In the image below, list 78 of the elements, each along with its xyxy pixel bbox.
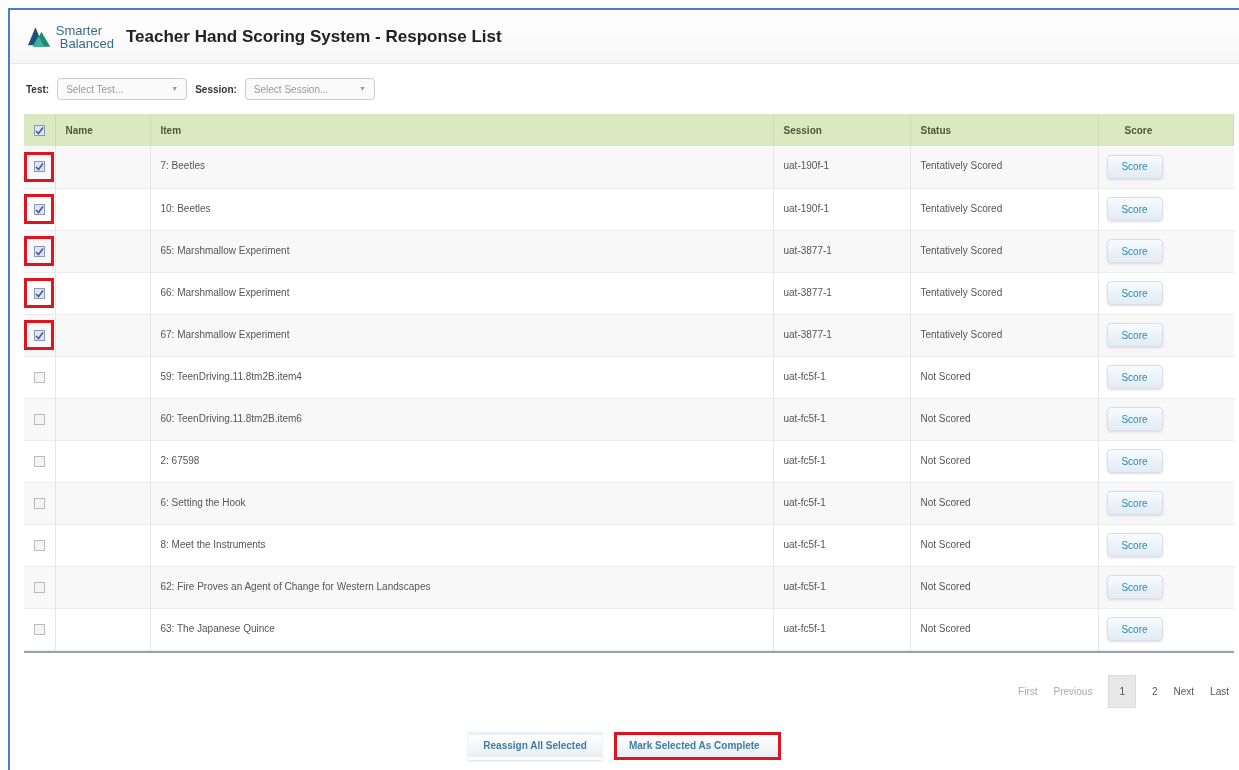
pagination-link[interactable]: Previous <box>1053 683 1093 699</box>
table-cell: 59: TeenDriving.11.8tm2B.item4 <box>160 370 302 382</box>
table-cell: uat-190f-1 <box>783 202 830 214</box>
score-button[interactable]: Score <box>1106 323 1163 347</box>
table-cell: Tentatively Scored <box>920 160 1003 171</box>
table-cell: 65: Marshmallow Experiment <box>160 244 290 256</box>
table-cell: uat-3877-1 <box>783 244 832 256</box>
action-button[interactable]: Mark Selected As Complete <box>613 731 781 760</box>
filter-label: Test: <box>26 82 50 97</box>
score-button[interactable]: Score <box>1106 575 1163 599</box>
page-title: Teacher Hand Scoring System - Response List <box>126 25 502 48</box>
table-cell: Not Scored <box>920 412 971 424</box>
checkbox[interactable] <box>33 539 45 551</box>
checkbox[interactable] <box>33 413 45 425</box>
checkbox[interactable] <box>33 287 45 299</box>
column-header[interactable]: Item <box>160 124 182 136</box>
checkbox[interactable] <box>33 455 45 467</box>
checkbox[interactable] <box>33 623 45 635</box>
column-header[interactable]: Name <box>65 124 93 136</box>
table-cell: Not Scored <box>920 496 971 508</box>
table-cell: Not Scored <box>920 538 971 550</box>
table-cell: 60: TeenDriving.11.8tm2B.item6 <box>160 412 302 424</box>
table-cell: 62: Fire Proves an Agent of Change for Western Landscapes <box>160 580 431 592</box>
table-cell: uat-fc5f-1 <box>783 622 826 634</box>
table-cell: 63: The Japanese Quince <box>160 622 275 634</box>
score-button[interactable]: Score <box>1106 239 1163 263</box>
checkbox[interactable] <box>33 124 45 136</box>
score-button[interactable]: Score <box>1106 533 1163 557</box>
table-cell: uat-fc5f-1 <box>783 580 826 592</box>
table-cell: 6: Setting the Hook <box>160 496 246 508</box>
table-cell: 2: 67598 <box>160 454 200 466</box>
table-cell: uat-fc5f-1 <box>783 496 826 508</box>
table-cell: uat-3877-1 <box>783 328 832 340</box>
table-cell: uat-fc5f-1 <box>783 454 826 466</box>
table-cell: Not Scored <box>920 622 971 634</box>
logo: Smarter Balanced <box>28 21 114 52</box>
score-button[interactable]: Score <box>1106 154 1163 179</box>
score-button[interactable]: Score <box>1106 449 1163 473</box>
action-button[interactable]: Reassign All Selected <box>468 731 602 760</box>
checkbox[interactable] <box>33 203 45 215</box>
table-cell: Not Scored <box>920 580 971 592</box>
table-cell: uat-fc5f-1 <box>783 538 826 550</box>
table-cell: 10: Beetles <box>160 202 211 214</box>
table-cell: 8: Meet the Instruments <box>160 538 266 550</box>
filter-label: Session: <box>195 82 237 97</box>
table-cell: 66: Marshmallow Experiment <box>160 286 290 298</box>
checkbox[interactable] <box>33 497 45 509</box>
score-button[interactable]: Score <box>1106 407 1163 431</box>
checkbox[interactable] <box>33 245 45 257</box>
checkbox[interactable] <box>33 329 45 341</box>
table-cell: Tentatively Scored <box>920 244 1003 256</box>
column-header[interactable]: Session <box>783 124 822 136</box>
table-cell: Not Scored <box>920 370 971 382</box>
pagination-link[interactable]: Last <box>1210 683 1229 699</box>
score-button[interactable]: Score <box>1106 197 1163 221</box>
column-header[interactable]: Status <box>920 124 952 136</box>
score-button[interactable]: Score <box>1106 365 1163 389</box>
page-link[interactable]: 1 <box>1108 674 1136 708</box>
table-cell: uat-fc5f-1 <box>783 412 826 424</box>
table-cell: Tentatively Scored <box>920 202 1003 214</box>
table-cell: 67: Marshmallow Experiment <box>160 328 290 340</box>
table-cell: Tentatively Scored <box>920 286 1003 298</box>
column-header[interactable]: Score <box>1124 124 1153 136</box>
page-link[interactable]: 2 <box>1151 683 1158 699</box>
score-button[interactable]: Score <box>1106 281 1163 305</box>
table-cell: uat-3877-1 <box>783 286 832 298</box>
score-button[interactable]: Score <box>1106 491 1163 515</box>
pagination-link[interactable]: Next <box>1173 683 1195 699</box>
checkbox[interactable] <box>33 161 45 173</box>
table-cell: uat-fc5f-1 <box>783 370 826 382</box>
checkbox[interactable] <box>33 581 45 593</box>
pagination-link[interactable]: First <box>1018 683 1038 699</box>
table-cell: Not Scored <box>920 454 971 466</box>
score-button[interactable]: Score <box>1106 617 1163 641</box>
checkbox[interactable] <box>33 371 45 383</box>
table-cell: uat-190f-1 <box>783 160 830 171</box>
table-cell: Tentatively Scored <box>920 328 1003 340</box>
table-cell: 7: Beetles <box>160 160 205 171</box>
